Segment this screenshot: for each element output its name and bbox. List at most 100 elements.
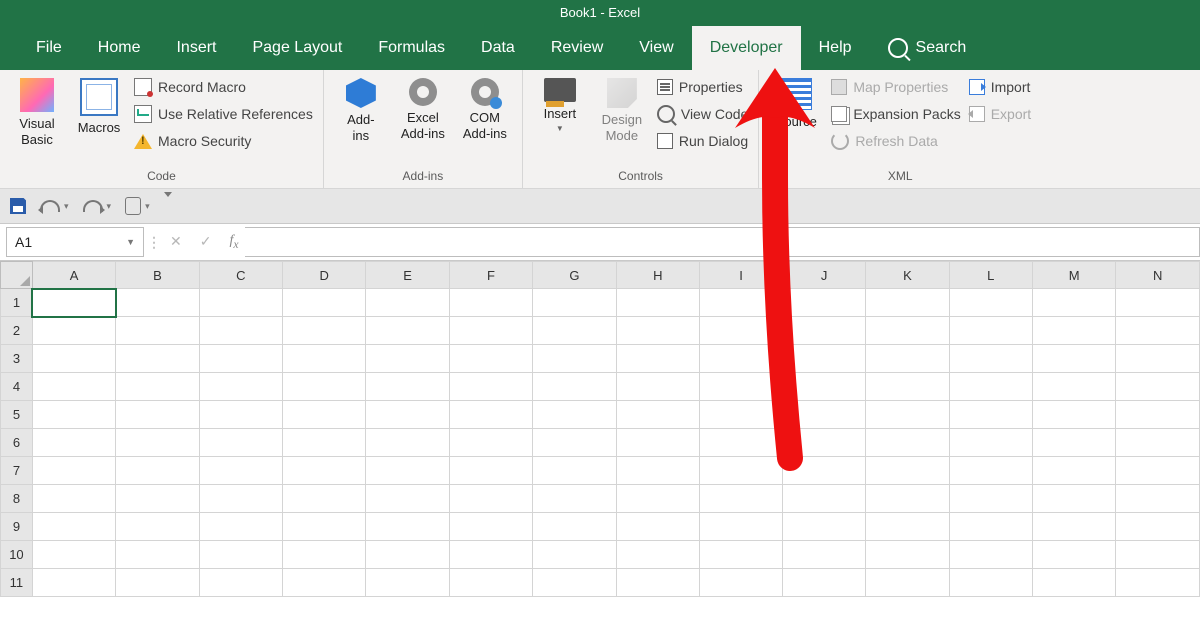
cell[interactable] (366, 457, 449, 485)
cell[interactable] (116, 569, 199, 597)
cell[interactable] (866, 569, 949, 597)
run-dialog-button[interactable]: Run Dialog (655, 128, 750, 154)
cell[interactable] (866, 541, 949, 569)
save-button[interactable] (10, 198, 26, 214)
row-header[interactable]: 10 (1, 541, 33, 569)
cell[interactable] (949, 541, 1032, 569)
cell[interactable] (700, 541, 783, 569)
cell[interactable] (1116, 541, 1200, 569)
cell[interactable] (283, 513, 366, 541)
cell[interactable] (866, 373, 949, 401)
cell[interactable] (116, 317, 199, 345)
cell[interactable] (783, 513, 866, 541)
cell[interactable] (32, 401, 115, 429)
cell[interactable] (866, 345, 949, 373)
col-header[interactable]: F (449, 262, 532, 289)
cell[interactable] (700, 373, 783, 401)
cell[interactable] (366, 317, 449, 345)
cell[interactable] (199, 373, 282, 401)
tab-developer[interactable]: Developer (692, 26, 801, 70)
touch-mode-dropdown[interactable]: ▾ (145, 201, 150, 212)
tab-help[interactable]: Help (801, 26, 870, 70)
tab-view[interactable]: View (621, 26, 691, 70)
cell[interactable] (616, 513, 699, 541)
cell[interactable] (116, 401, 199, 429)
row-header[interactable]: 4 (1, 373, 33, 401)
cell[interactable] (32, 457, 115, 485)
cell[interactable] (1116, 513, 1200, 541)
import-button[interactable]: Import (967, 74, 1033, 100)
cell[interactable] (283, 317, 366, 345)
cell[interactable] (1116, 457, 1200, 485)
refresh-data-button[interactable]: Refresh Data (829, 128, 962, 154)
tab-insert[interactable]: Insert (158, 26, 234, 70)
row-header[interactable]: 9 (1, 513, 33, 541)
cell[interactable] (116, 345, 199, 373)
col-header[interactable]: N (1116, 262, 1200, 289)
cell[interactable] (783, 401, 866, 429)
cell[interactable] (32, 513, 115, 541)
row-header[interactable]: 7 (1, 457, 33, 485)
cell[interactable] (533, 401, 616, 429)
cell[interactable] (866, 429, 949, 457)
cell[interactable] (533, 429, 616, 457)
source-button[interactable]: Source (767, 74, 825, 130)
tab-review[interactable]: Review (533, 26, 621, 70)
cell[interactable] (1032, 513, 1116, 541)
cell[interactable] (32, 345, 115, 373)
col-header[interactable]: B (116, 262, 199, 289)
cell[interactable] (366, 485, 449, 513)
cell[interactable] (1116, 569, 1200, 597)
cell[interactable] (616, 457, 699, 485)
cell[interactable] (783, 541, 866, 569)
cell[interactable] (783, 457, 866, 485)
cell[interactable] (32, 289, 115, 317)
cell[interactable] (283, 457, 366, 485)
cell[interactable] (32, 541, 115, 569)
tab-home[interactable]: Home (80, 26, 159, 70)
expansion-packs-button[interactable]: Expansion Packs (829, 101, 962, 127)
tab-page-layout[interactable]: Page Layout (234, 26, 360, 70)
enter-formula-button[interactable]: ✓ (200, 233, 212, 250)
cell[interactable] (283, 401, 366, 429)
addins-button[interactable]: Add- ins (332, 74, 390, 144)
cell[interactable] (616, 541, 699, 569)
cell[interactable] (283, 485, 366, 513)
cell[interactable] (1116, 345, 1200, 373)
row-header[interactable]: 5 (1, 401, 33, 429)
cell[interactable] (1032, 457, 1116, 485)
cell[interactable] (866, 485, 949, 513)
cell[interactable] (449, 457, 532, 485)
cell[interactable] (700, 345, 783, 373)
cell[interactable] (116, 513, 199, 541)
cell[interactable] (949, 513, 1032, 541)
select-all-corner[interactable] (1, 262, 33, 289)
cell[interactable] (366, 401, 449, 429)
cell[interactable] (1032, 317, 1116, 345)
cell[interactable] (116, 457, 199, 485)
cell[interactable] (199, 429, 282, 457)
cell[interactable] (949, 457, 1032, 485)
cell[interactable] (1032, 373, 1116, 401)
cell[interactable] (533, 485, 616, 513)
cell[interactable] (199, 513, 282, 541)
cell[interactable] (949, 485, 1032, 513)
cell[interactable] (866, 457, 949, 485)
cell[interactable] (1032, 401, 1116, 429)
cell[interactable] (1116, 429, 1200, 457)
cell[interactable] (700, 569, 783, 597)
cell[interactable] (283, 429, 366, 457)
map-properties-button[interactable]: Map Properties (829, 74, 962, 100)
cell[interactable] (366, 373, 449, 401)
col-header[interactable]: L (949, 262, 1032, 289)
macro-security-button[interactable]: Macro Security (132, 128, 315, 154)
use-relative-refs-button[interactable]: Use Relative References (132, 101, 315, 127)
cell[interactable] (866, 317, 949, 345)
cell[interactable] (533, 317, 616, 345)
cell[interactable] (199, 317, 282, 345)
cell[interactable] (616, 401, 699, 429)
cell[interactable] (32, 373, 115, 401)
cell[interactable] (449, 401, 532, 429)
cell[interactable] (199, 289, 282, 317)
customize-qat-button[interactable] (164, 197, 182, 215)
